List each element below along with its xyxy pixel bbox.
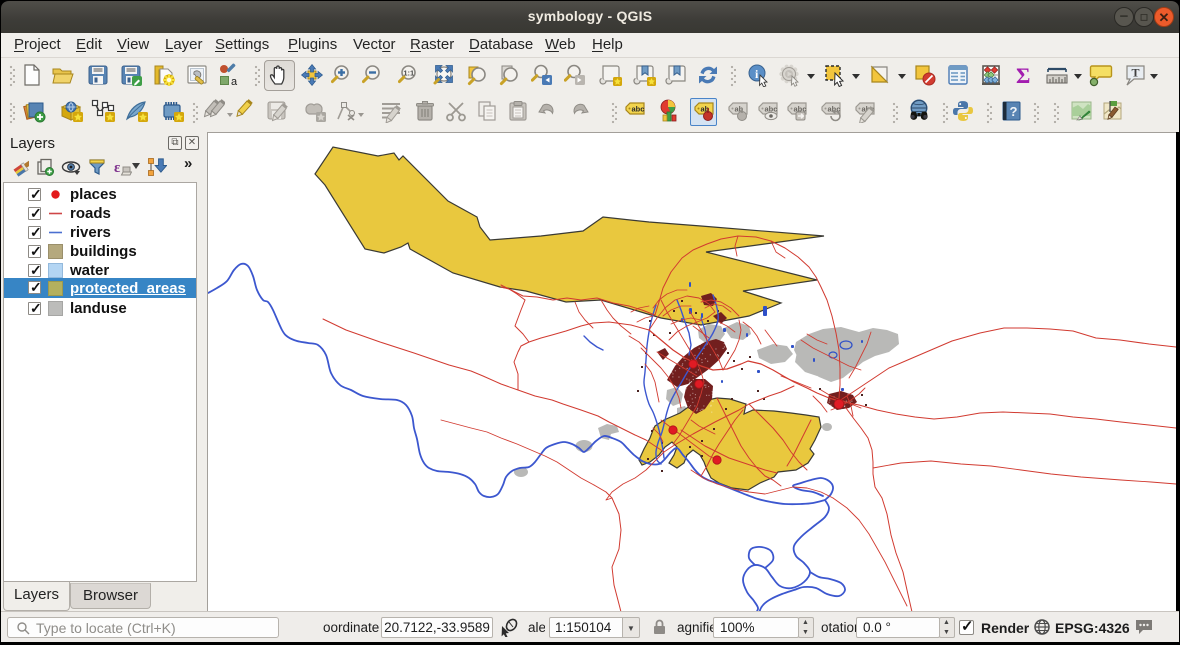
svg-text:ε: ε xyxy=(114,160,121,176)
svg-text:1:1: 1:1 xyxy=(403,69,414,78)
svg-text:abc: abc xyxy=(632,105,645,114)
svg-text:T: T xyxy=(1132,66,1140,80)
svg-text:a: a xyxy=(231,76,238,87)
svg-text:Σ: Σ xyxy=(1016,63,1030,87)
svg-text:?: ? xyxy=(1010,104,1018,119)
